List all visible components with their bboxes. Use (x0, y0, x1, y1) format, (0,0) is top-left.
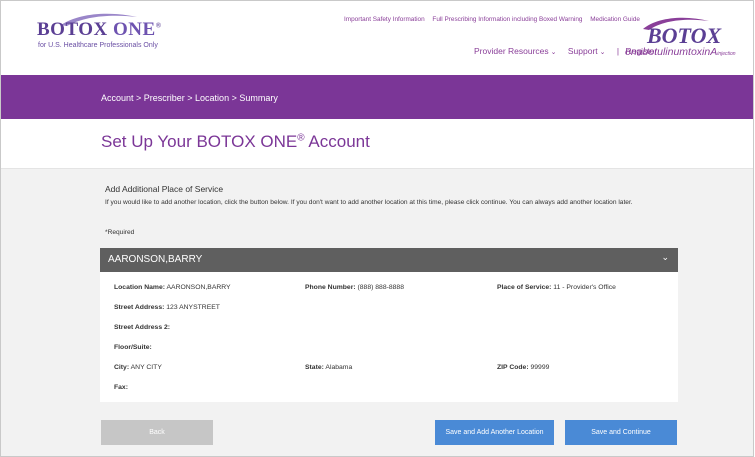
logo-one: ONE (113, 19, 156, 40)
save-and-continue-button[interactable]: Save and Continue (565, 420, 677, 445)
page-title-text: Set Up Your BOTOX ONE (101, 132, 298, 151)
floor-suite-field: Floor/Suite: (114, 344, 152, 351)
product-generic-suffix: injection (717, 51, 736, 57)
page-title-suffix: Account (304, 132, 370, 151)
nav-provider-resources[interactable]: Provider Resources ⌄ (474, 46, 559, 56)
page-title-reg: ® (297, 132, 305, 144)
zip-label: ZIP Code: (497, 364, 529, 371)
section-heading: Add Additional Place of Service (105, 184, 224, 194)
location-card-body: Location Name: AARONSON,BARRY Phone Numb… (100, 272, 678, 402)
place-of-service-label: Place of Service: (497, 284, 552, 291)
location-name-value: AARONSON,BARRY (166, 284, 231, 291)
logo-reg: ® (155, 21, 162, 30)
zip-field: ZIP Code: 99999 (497, 364, 549, 371)
page-frame: BOTOX ONE® for U.S. Healthcare Professio… (0, 0, 754, 457)
phone-label: Phone Number: (305, 284, 356, 291)
chevron-down-icon: ⌄ (599, 49, 606, 56)
logo-tagline: for U.S. Healthcare Professionals Only (38, 42, 158, 49)
logo-wordmark: BOTOX ONE® (37, 19, 161, 41)
nav-provider-resources-label: Provider Resources (474, 46, 549, 56)
fax-field: Fax: (114, 384, 128, 391)
phone-field: Phone Number: (888) 888-8888 (305, 284, 404, 291)
logo-word: BOTOX (37, 19, 108, 40)
back-button[interactable]: Back (101, 420, 213, 445)
place-of-service-field: Place of Service: 11 - Provider's Office (497, 284, 616, 291)
utility-links: Important Safety Information Full Prescr… (344, 16, 646, 23)
site-header: BOTOX ONE® for U.S. Healthcare Professio… (1, 1, 753, 75)
prescribing-info-link[interactable]: Full Prescribing Information including B… (432, 16, 582, 23)
phone-value: (888) 888-8888 (357, 284, 404, 291)
botox-product-logo[interactable]: BOTOX onabotulinumtoxinAinjection (625, 17, 753, 63)
street-address-value: 123 ANYSTREET (166, 304, 220, 311)
state-value: Alabama (325, 364, 353, 371)
city-label: City: (114, 364, 130, 371)
street-address-2-field: Street Address 2: (114, 324, 170, 331)
intro-text: If you would like to add another locatio… (105, 199, 633, 206)
nav-support-label: Support (567, 46, 598, 56)
floor-suite-label: Floor/Suite: (114, 344, 152, 351)
required-note: *Required (105, 229, 135, 236)
city-value: ANY CITY (130, 364, 162, 371)
chevron-down-icon: ⌄ (550, 49, 557, 56)
product-generic-text: onabotulinumtoxinA (625, 46, 718, 58)
street-address-2-label: Street Address 2: (114, 324, 171, 331)
chevron-down-icon[interactable]: ⌄ (661, 252, 669, 263)
street-address-label: Street Address: (114, 304, 165, 311)
botox-one-logo[interactable]: BOTOX ONE® for U.S. Healthcare Professio… (37, 13, 167, 55)
state-label: State: (305, 364, 324, 371)
save-and-add-location-button[interactable]: Save and Add Another Location (435, 420, 554, 445)
street-address-field: Street Address: 123 ANYSTREET (114, 304, 220, 311)
city-field: City: ANY CITY (114, 364, 162, 371)
location-name-label: Location Name: (114, 284, 165, 291)
state-field: State: Alabama (305, 364, 352, 371)
breadcrumb: Account > Prescriber > Location > Summar… (101, 93, 278, 103)
nav-support[interactable]: Support ⌄ (568, 46, 608, 56)
location-card-title: AARONSON,BARRY (108, 254, 203, 265)
location-name-field: Location Name: AARONSON,BARRY (114, 284, 231, 291)
location-card-header[interactable]: AARONSON,BARRY ⌄ (100, 248, 678, 272)
place-of-service-value: 11 - Provider's Office (553, 284, 616, 291)
nav-separator: | (616, 46, 620, 56)
page-title: Set Up Your BOTOX ONE® Account (101, 132, 370, 152)
product-generic-name: onabotulinumtoxinAinjection (625, 46, 736, 58)
fax-label: Fax: (114, 384, 128, 391)
isi-link[interactable]: Important Safety Information (344, 16, 425, 23)
zip-value: 99999 (530, 364, 550, 371)
